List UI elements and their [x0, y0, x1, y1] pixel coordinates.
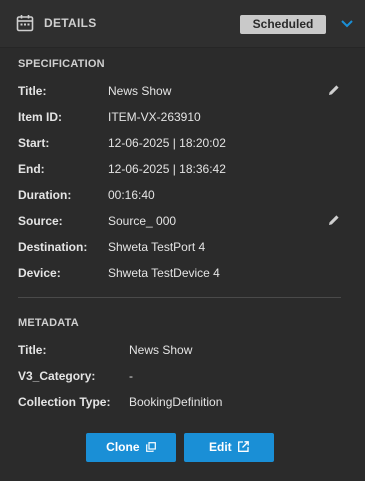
- field-label: Duration:: [18, 188, 72, 202]
- field-label: V3_Category:: [18, 369, 96, 383]
- field-label: End:: [18, 162, 45, 176]
- details-panel: DETAILS Scheduled SPECIFICATION Title: N…: [0, 0, 365, 481]
- field-value: 12-06-2025 | 18:20:02: [108, 136, 226, 150]
- field-value: Source_ 000: [108, 214, 177, 228]
- field-value: Shweta TestPort 4: [108, 240, 206, 254]
- field-label: Item ID:: [18, 110, 63, 124]
- field-value: News Show: [108, 84, 172, 98]
- spec-row-source: Source: Source_ 000: [18, 214, 348, 232]
- spec-row-device: Device: Shweta TestDevice 4: [18, 266, 348, 284]
- clone-button[interactable]: Clone: [86, 433, 176, 462]
- calendar-icon: [16, 15, 34, 32]
- field-value: News Show: [129, 343, 193, 357]
- field-label: Title:: [18, 84, 47, 98]
- field-value: -: [129, 369, 133, 383]
- status-badge: Scheduled: [240, 15, 326, 34]
- meta-row-category: V3_Category: -: [18, 369, 348, 387]
- metadata-heading: METADATA: [18, 317, 79, 329]
- panel-title: DETAILS: [44, 16, 97, 30]
- field-label: Device:: [18, 266, 61, 280]
- spec-row-item-id: Item ID: ITEM-VX-263910: [18, 110, 348, 128]
- details-header[interactable]: DETAILS Scheduled: [0, 0, 365, 48]
- copy-icon: [145, 441, 156, 452]
- field-value: 00:16:40: [108, 188, 155, 202]
- field-value: 12-06-2025 | 18:36:42: [108, 162, 226, 176]
- edit-source-pencil-icon[interactable]: [328, 214, 340, 226]
- meta-row-collection-type: Collection Type: BookingDefinition: [18, 395, 348, 413]
- meta-row-title: Title: News Show: [18, 343, 348, 361]
- field-value: Shweta TestDevice 4: [108, 266, 220, 280]
- field-value: BookingDefinition: [129, 395, 223, 409]
- spec-row-duration: Duration: 00:16:40: [18, 188, 348, 206]
- field-label: Title:: [18, 343, 47, 357]
- external-link-icon: [238, 441, 249, 453]
- spec-row-title: Title: News Show: [18, 84, 348, 102]
- field-label: Start:: [18, 136, 50, 150]
- field-label: Destination:: [18, 240, 88, 254]
- field-value: ITEM-VX-263910: [108, 110, 201, 124]
- clone-button-label: Clone: [106, 440, 140, 454]
- edit-button[interactable]: Edit: [184, 433, 274, 462]
- chevron-down-icon[interactable]: [340, 18, 354, 30]
- section-divider: [18, 297, 341, 298]
- field-label: Source:: [18, 214, 63, 228]
- field-label: Collection Type:: [18, 395, 111, 409]
- specification-heading: SPECIFICATION: [18, 58, 105, 70]
- spec-row-destination: Destination: Shweta TestPort 4: [18, 240, 348, 258]
- spec-row-end: End: 12-06-2025 | 18:36:42: [18, 162, 348, 180]
- edit-title-pencil-icon[interactable]: [328, 84, 340, 96]
- spec-row-start: Start: 12-06-2025 | 18:20:02: [18, 136, 348, 154]
- edit-button-label: Edit: [208, 440, 232, 454]
